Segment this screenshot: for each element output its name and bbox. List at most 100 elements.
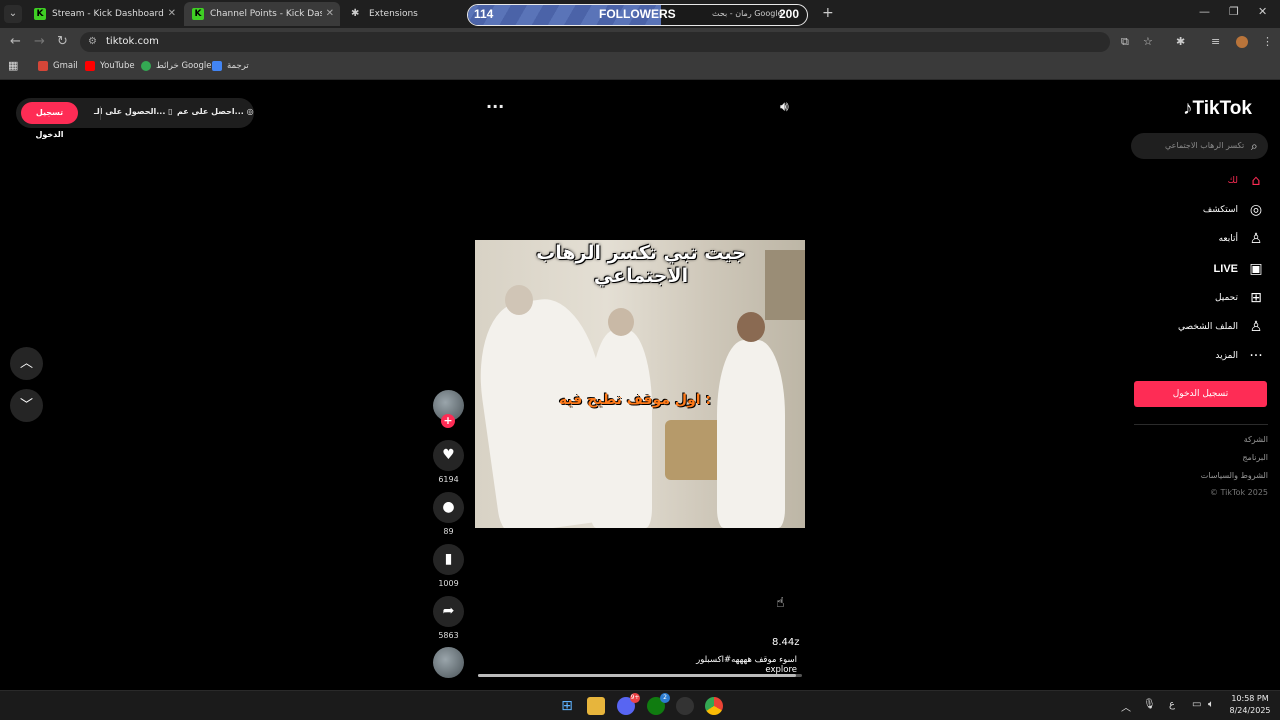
menu-kebab-icon[interactable]: ⋮	[1262, 35, 1273, 48]
live-tv-icon: ▣	[1249, 261, 1263, 277]
compass-icon: ◎	[1249, 202, 1263, 218]
follow-plus-icon[interactable]: +	[441, 414, 455, 428]
get-app-button[interactable]: الحصول على الـ... ▯	[94, 107, 173, 116]
volume-icon[interactable]: 🔊︎	[780, 99, 789, 115]
gmail-icon	[38, 61, 48, 71]
apps-grid-icon[interactable]: ▦	[8, 59, 18, 72]
media-queue-icon[interactable]: ≡	[1211, 35, 1220, 48]
profile-icon: ♙	[1249, 319, 1263, 335]
coin-icon: ◎	[246, 107, 254, 116]
system-clock[interactable]: 10:58 PM 8/24/2025	[1226, 693, 1274, 717]
video-person	[717, 340, 785, 528]
forward-icon[interactable]: →	[34, 34, 45, 49]
windows-start-icon[interactable]: ⊞	[558, 697, 576, 715]
tab-extensions[interactable]: ✱ Extensions	[343, 2, 463, 26]
url-bar[interactable]: ⚙ tiktok.com	[80, 32, 1110, 52]
footer-program-link[interactable]: البرنامج	[1242, 453, 1268, 462]
bookmark-star-icon[interactable]: ☆	[1143, 35, 1153, 48]
translate-icon	[212, 61, 222, 71]
pill-divider	[100, 106, 101, 120]
tiktok-logo[interactable]: ♪TikTok	[1183, 98, 1252, 120]
chrome-icon[interactable]	[705, 697, 723, 715]
sidebar-login-button[interactable]: تسجيل الدخول	[1134, 381, 1267, 407]
network-icon[interactable]: ▭	[1192, 699, 1201, 710]
video-progress-bar[interactable]	[478, 674, 802, 677]
phone-icon: ▯	[168, 107, 173, 116]
extensions-icon[interactable]: ✱	[1176, 35, 1185, 48]
tiktok-note-icon: ♪	[1183, 98, 1193, 119]
puzzle-icon: ✱	[351, 8, 360, 19]
comment-count: 89	[443, 527, 454, 536]
heart-icon[interactable]: ♥	[433, 440, 464, 471]
close-window-icon[interactable]: ✕	[1258, 5, 1267, 18]
back-icon[interactable]: ←	[10, 34, 21, 49]
share-action[interactable]: ➦ 5863	[433, 596, 464, 640]
more-options-icon[interactable]: ···	[486, 97, 504, 116]
bookmark-gmail[interactable]: Gmail	[38, 61, 78, 71]
address-toolbar: ← → ↻ ⚙ tiktok.com ⧉ ☆ ✱ ≡ ⋮	[0, 28, 1280, 56]
close-tab-icon[interactable]: ✕	[326, 2, 334, 26]
bookmark-maps[interactable]: خرائط Google	[141, 61, 211, 71]
previous-video-button[interactable]: ︿	[10, 347, 43, 380]
tab-channel-points[interactable]: K Channel Points - Kick Dashboard ✕	[184, 2, 340, 26]
tray-chevron-up-icon[interactable]: ︿	[1121, 699, 1131, 714]
footer-company-link[interactable]: الشركة	[1244, 435, 1268, 444]
new-tab-icon[interactable]: +	[822, 5, 834, 21]
like-action[interactable]: ♥ 6194	[433, 440, 464, 484]
xbox-icon[interactable]: 2	[647, 693, 670, 715]
video-person-head	[608, 308, 634, 336]
bookmark-translate[interactable]: ترجمة	[212, 61, 249, 71]
search-icon[interactable]: ⌕	[1251, 133, 1258, 159]
input-language[interactable]: ع	[1169, 699, 1175, 710]
video-description: اسوء موقف ههههه#اكسبلور explore	[696, 655, 797, 675]
maps-icon	[141, 61, 151, 71]
sound-avatar[interactable]	[433, 647, 464, 678]
bookmarks-bar: ▦ Gmail YouTube خرائط Google ترجمة	[0, 56, 1280, 80]
nav-upload[interactable]: تحميل ⊞	[1215, 288, 1264, 308]
tab-stream-kick[interactable]: K Stream - Kick Dashboard ✕	[26, 2, 182, 26]
search-input[interactable]: تكسر الرهاب الاجتماعي ⌕	[1131, 133, 1268, 159]
minimize-icon[interactable]: —	[1199, 5, 1210, 18]
video-username[interactable]: 8.44z	[772, 637, 800, 648]
profile-avatar-icon[interactable]	[1236, 36, 1248, 48]
url-text: tiktok.com	[106, 36, 159, 47]
save-count: 1009	[438, 579, 459, 588]
nav-following[interactable]: أتابعه ♙	[1219, 229, 1264, 249]
next-video-button[interactable]: ﹀	[10, 389, 43, 422]
reload-icon[interactable]: ↻	[57, 34, 68, 49]
comment-icon[interactable]: ●	[433, 492, 464, 523]
get-coins-button[interactable]: احصل على عم... ◎	[177, 107, 254, 116]
nav-explore[interactable]: استكشف ◎	[1203, 200, 1264, 220]
nav-profile[interactable]: الملف الشخصي ♙	[1178, 317, 1264, 337]
nav-for-you[interactable]: لك ⌂	[1228, 171, 1264, 191]
close-tab-icon[interactable]: ✕	[168, 2, 176, 26]
obs-icon[interactable]	[676, 697, 694, 715]
file-explorer-icon[interactable]	[587, 697, 605, 715]
top-login-button[interactable]: تسجيل الدخول	[21, 102, 78, 139]
restore-icon[interactable]: ❐	[1229, 5, 1239, 18]
hand-cursor-icon: ☝	[776, 595, 785, 611]
video-player[interactable]: جيت تبي تكسر الرهاب الاجتماعي اول موقف ت…	[475, 240, 805, 528]
bookmark-youtube[interactable]: YouTube	[85, 61, 135, 71]
discord-icon[interactable]: 9+	[617, 693, 640, 715]
video-person	[590, 330, 652, 528]
nav-more[interactable]: المزيد ···	[1215, 346, 1264, 366]
footer-copyright: © TikTok 2025	[1210, 488, 1268, 497]
footer-terms-link[interactable]: الشروط والسياسات	[1201, 471, 1268, 480]
top-action-pill: تسجيل الدخول الحصول على الـ... ▯ احصل عل…	[16, 98, 254, 139]
comment-action[interactable]: ● 89	[433, 492, 464, 536]
site-info-icon[interactable]: ⚙	[88, 32, 97, 52]
save-action[interactable]: ▮ 1009	[433, 544, 464, 588]
tab-title: Stream - Kick Dashboard	[52, 9, 164, 19]
share-icon[interactable]: ➦	[433, 596, 464, 627]
speaker-icon[interactable]: 🔈︎	[1208, 699, 1214, 710]
install-app-icon[interactable]: ⧉	[1121, 35, 1129, 49]
bookmark-icon[interactable]: ▮	[433, 544, 464, 575]
video-caption-top: جيت تبي تكسر الرهاب الاجتماعي	[536, 242, 746, 287]
tab-search-dropdown-icon[interactable]: ⌄	[4, 5, 22, 23]
like-count: 6194	[438, 475, 459, 484]
microphone-icon[interactable]: 🎙︎	[1143, 699, 1156, 710]
nav-live[interactable]: LIVE ▣	[1214, 259, 1264, 279]
video-door	[765, 250, 805, 320]
kick-icon: K	[34, 8, 46, 20]
